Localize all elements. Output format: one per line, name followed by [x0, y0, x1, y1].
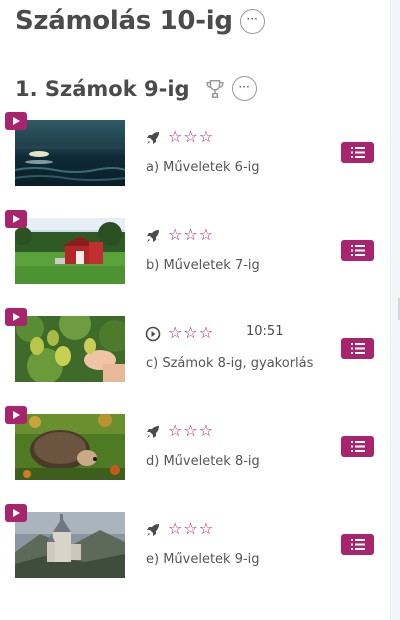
more-icon: ···	[238, 79, 250, 94]
lesson-item[interactable]: ☆☆☆ d) Műveletek 8-ig	[5, 406, 395, 484]
exercise-list-button[interactable]	[341, 142, 374, 163]
star-rating: ☆☆☆	[168, 127, 215, 146]
page-title: Számolás 10-ig	[15, 6, 233, 36]
lesson-thumbnail[interactable]	[15, 316, 125, 382]
section-title: 1. Számok 9-ig	[15, 76, 190, 101]
play-icon	[13, 509, 20, 517]
play-icon	[13, 215, 20, 223]
lesson-thumbnail[interactable]	[15, 218, 125, 284]
list-icon	[350, 441, 365, 452]
section-header: 1. Számok 9-ig ···	[15, 76, 257, 101]
list-icon	[350, 245, 365, 256]
list-icon	[350, 343, 365, 354]
play-icon	[13, 117, 20, 125]
play-circle-icon	[145, 326, 161, 342]
exercise-list-button[interactable]	[341, 534, 374, 555]
video-duration: 10:51	[246, 324, 284, 339]
video-badge	[5, 504, 27, 522]
lesson-thumbnail[interactable]	[15, 414, 125, 480]
lesson-title[interactable]: a) Műveletek 6-ig	[146, 160, 260, 175]
lesson-title[interactable]: b) Műveletek 7-ig	[146, 258, 260, 273]
lesson-thumbnail[interactable]	[15, 120, 125, 186]
lesson-item[interactable]: ☆☆☆ e) Műveletek 9-ig	[5, 504, 395, 582]
page-more-button[interactable]: ···	[239, 8, 265, 34]
lesson-title[interactable]: d) Műveletek 8-ig	[146, 454, 260, 469]
list-icon	[350, 539, 365, 550]
page-header: Számolás 10-ig ···	[15, 6, 265, 36]
video-badge	[5, 210, 27, 228]
video-badge	[5, 406, 27, 424]
rocket-icon	[147, 426, 159, 438]
rocket-icon	[147, 132, 159, 144]
star-rating: ☆☆☆	[168, 323, 215, 342]
play-icon	[13, 411, 20, 419]
lesson-item[interactable]: ☆☆☆ b) Műveletek 7-ig	[5, 210, 395, 288]
video-badge	[5, 308, 27, 326]
exercise-list-button[interactable]	[341, 436, 374, 457]
star-rating: ☆☆☆	[168, 421, 215, 440]
lesson-item[interactable]: ☆☆☆ a) Műveletek 6-ig	[5, 112, 395, 190]
list-icon	[350, 147, 365, 158]
rocket-icon	[147, 230, 159, 242]
play-icon	[13, 313, 20, 321]
video-badge	[5, 112, 27, 130]
star-rating: ☆☆☆	[168, 519, 215, 538]
lesson-title[interactable]: e) Műveletek 9-ig	[146, 552, 260, 567]
star-rating: ☆☆☆	[168, 225, 215, 244]
lesson-thumbnail[interactable]	[15, 512, 125, 578]
lesson-item[interactable]: ☆☆☆ 10:51 c) Számok 8-ig, gyakorlás	[5, 308, 395, 386]
trophy-icon	[206, 79, 224, 98]
exercise-list-button[interactable]	[341, 240, 374, 261]
more-icon: ···	[246, 12, 258, 26]
section-more-button[interactable]: ···	[231, 76, 257, 101]
rocket-icon	[147, 524, 159, 536]
lesson-title[interactable]: c) Számok 8-ig, gyakorlás	[146, 356, 313, 371]
exercise-list-button[interactable]	[341, 338, 374, 359]
